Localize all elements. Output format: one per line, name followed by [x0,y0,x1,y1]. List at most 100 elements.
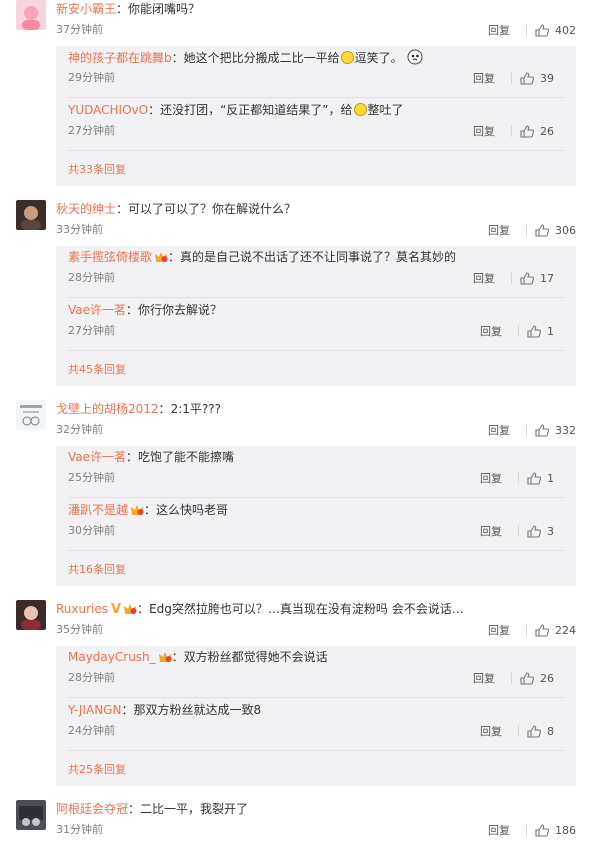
reply-button[interactable]: 回复 [473,70,495,86]
like-button[interactable]: 1 [527,472,554,485]
comment-text: Edg突然拉胯也可以？…真当现在没有淀粉吗 会不会说话… [149,602,464,616]
like-button[interactable]: 306 [535,224,576,237]
divider [518,325,519,337]
reply-username[interactable]: YUDACHIOvO [68,103,148,117]
divider [526,224,527,236]
reply-button[interactable]: 回复 [480,523,502,539]
like-button[interactable]: 3 [527,525,554,538]
comment-time: 33分钟前 [56,223,103,236]
thumbs-up-icon [527,524,541,538]
divider [518,725,519,737]
reply-button[interactable]: 回复 [488,222,510,238]
like-button[interactable]: 224 [535,624,576,637]
reply-username[interactable]: 素手揽弦倚楼歌 [68,250,152,264]
more-replies-link[interactable]: 共45条回复 [68,362,126,378]
comment-actions: 回复 224 [488,622,576,638]
like-count: 3 [547,524,554,538]
reply-button[interactable]: 回复 [480,723,502,739]
comment-header: Ruxuries V ：Edg突然拉胯也可以？…真当现在没有淀粉吗 会不会说话… [56,602,464,617]
reply-header: Vae许一茗：你行你去解说？ [68,303,223,317]
reply-button[interactable]: 回复 [488,22,510,38]
reply-text: 真的是自己说不出话了还不让同事说了？莫名其妙的 [180,250,457,264]
avatar[interactable] [16,800,46,830]
comment-text: 可以了可以了？你在解说什么？ [128,202,297,216]
reply-username[interactable]: Y-JIANGN [68,703,121,717]
comment-header: 秋天的绅士：可以了可以了？你在解说什么？ [56,202,297,216]
like-button[interactable]: 39 [520,72,554,85]
reply-button[interactable]: 回复 [488,622,510,638]
reply-username[interactable]: Vae许一茗 [68,450,126,464]
divider [526,24,527,36]
reply-box: 神的孩子都在跳舞b：她这个把比分搬成二比一平给 逗笑了。 29分钟前 回复 39 … [56,46,576,186]
divider [511,72,512,84]
reply-button[interactable]: 回复 [488,422,510,438]
reply-time: 28分钟前 [68,671,115,684]
verified-v-icon: V [111,602,122,617]
reply-item: 潘趴不是越 ：这么快吗老哥 30分钟前 回复 3 [68,499,576,551]
reply-actions: 回复 3 [480,523,554,539]
reply-username[interactable]: Vae许一茗 [68,303,126,317]
member-badge-icon [158,652,172,662]
like-button[interactable]: 1 [527,325,554,338]
like-button[interactable]: 186 [535,824,576,837]
avatar[interactable] [16,600,46,630]
reply-time: 28分钟前 [68,271,115,284]
reply-time: 27分钟前 [68,124,115,137]
reply-username[interactable]: 神的孩子都在跳舞b [68,51,172,65]
avatar[interactable] [16,400,46,430]
reply-text: 你行你去解说？ [138,303,223,317]
like-button[interactable]: 8 [527,725,554,738]
divider [68,750,564,751]
more-replies-link[interactable]: 共16条回复 [68,562,126,578]
like-count: 224 [555,623,576,637]
reply-box: 素手揽弦倚楼歌 ：真的是自己说不出话了还不让同事说了？莫名其妙的 28分钟前 回复… [56,246,576,386]
reply-button[interactable]: 回复 [473,270,495,286]
reply-button[interactable]: 回复 [480,323,502,339]
like-button[interactable]: 26 [520,125,554,138]
reply-text-after: 整吐了 [367,103,404,117]
username[interactable]: 阿根廷会夺冠 [56,802,128,816]
reply-actions: 回复 26 [473,123,554,139]
comment-actions: 回复 402 [488,22,576,38]
reply-button[interactable]: 回复 [480,470,502,486]
reply-actions: 回复 1 [480,323,554,339]
reply-button[interactable]: 回复 [473,670,495,686]
reply-time: 25分钟前 [68,471,115,484]
reply-time: 30分钟前 [68,524,115,537]
like-count: 17 [540,271,554,285]
like-button[interactable]: 26 [520,672,554,685]
like-count: 332 [555,423,576,437]
thumbs-up-icon [527,324,541,338]
thumbs-up-icon [520,71,534,85]
avatar[interactable] [16,200,46,230]
member-badge-icon [155,252,168,262]
divider [68,550,564,551]
reply-username[interactable]: 潘趴不是越 [68,503,128,517]
thumbs-up-icon [535,423,549,437]
more-replies-link[interactable]: 共25条回复 [68,762,126,778]
username[interactable]: 戈壁上的胡杨2012 [56,402,159,416]
comment-header: 戈壁上的胡杨2012：2:1平??? [56,402,221,416]
comment-header: 阿根廷会夺冠：二比一平，我裂开了 [56,802,249,816]
comment-actions: 回复 332 [488,422,576,438]
reply-username[interactable]: MaydayCrush_ [68,650,156,664]
reply-header: Vae许一茗：吃饱了能不能擦嘴 [68,450,235,464]
like-button[interactable]: 332 [535,424,576,437]
username[interactable]: 新安小霸王 [56,2,116,16]
like-button[interactable]: 17 [520,272,554,285]
comment-text: 你能闭嘴吗？ [128,2,201,16]
divider [68,497,564,498]
reply-button[interactable]: 回复 [488,822,510,838]
comment-text: 二比一平，我裂开了 [140,802,249,816]
thumbs-up-icon [535,23,549,37]
like-button[interactable]: 402 [535,24,576,37]
username[interactable]: 秋天的绅士 [56,202,116,216]
divider [68,697,564,698]
reply-button[interactable]: 回复 [473,123,495,139]
avatar[interactable] [16,0,46,30]
emoji-icon [340,51,354,64]
more-replies-link[interactable]: 共33条回复 [68,162,126,178]
like-count: 1 [547,324,554,338]
username[interactable]: Ruxuries [56,602,108,616]
comment-text: 2:1平??? [170,402,221,416]
